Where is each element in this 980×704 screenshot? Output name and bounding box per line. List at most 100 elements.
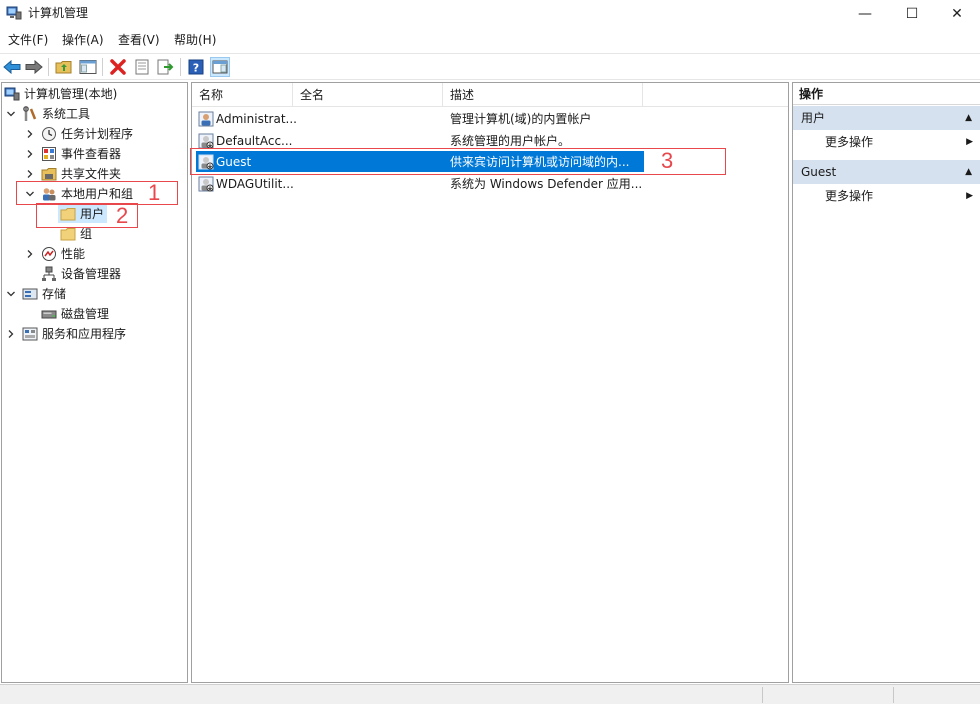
minimize-button[interactable]: — bbox=[842, 0, 888, 27]
tree-item-root[interactable]: 计算机管理(本地) bbox=[4, 84, 117, 104]
disabled-user-icon bbox=[198, 133, 214, 149]
tree-item-local-users-groups[interactable]: 本地用户和组 bbox=[25, 184, 133, 204]
user-description: 系统为 Windows Defender 应用... bbox=[450, 177, 643, 191]
chevron-right-icon[interactable] bbox=[25, 169, 35, 179]
user-description: 系统管理的用户帐户。 bbox=[450, 134, 571, 148]
menu-view[interactable]: 查看(V) bbox=[118, 33, 160, 47]
tree-selection-highlight: 用户 bbox=[58, 205, 108, 223]
status-separator bbox=[893, 687, 894, 703]
list-row-guest[interactable]: Guest 供来宾访问计算机或访问域的内... bbox=[196, 151, 644, 172]
back-icon[interactable] bbox=[2, 57, 22, 77]
toolbar-separator bbox=[48, 58, 49, 76]
event-viewer-icon bbox=[41, 146, 57, 162]
user-description: 供来宾访问计算机或访问域的内... bbox=[450, 155, 630, 169]
menu-bar: 文件(F) 操作(A) 查看(V) 帮助(H) bbox=[0, 28, 980, 52]
tree-label: 存储 bbox=[42, 287, 67, 301]
menu-action[interactable]: 操作(A) bbox=[62, 33, 104, 47]
tree-item-system-tools[interactable]: 系统工具 bbox=[6, 104, 90, 124]
column-header-fullname[interactable]: 全名 bbox=[293, 83, 443, 107]
performance-icon bbox=[41, 246, 57, 262]
window-title: 计算机管理 bbox=[28, 6, 89, 20]
submenu-arrow-icon: ▶ bbox=[966, 191, 973, 201]
toolbar-separator bbox=[102, 58, 103, 76]
tree-item-performance[interactable]: 性能 bbox=[25, 244, 85, 264]
tree-item-event-viewer[interactable]: 事件查看器 bbox=[25, 144, 121, 164]
forward-icon[interactable] bbox=[24, 57, 44, 77]
annotation-number-2: 2 bbox=[116, 203, 129, 228]
tree-item-task-scheduler[interactable]: 任务计划程序 bbox=[25, 124, 133, 144]
user-name: WDAGUtilit... bbox=[216, 177, 294, 191]
tree-item-device-manager[interactable]: 设备管理器 bbox=[41, 264, 121, 284]
delete-icon[interactable] bbox=[108, 57, 128, 77]
tree-item-shared-folders[interactable]: 共享文件夹 bbox=[25, 164, 121, 184]
chevron-right-icon[interactable] bbox=[25, 129, 35, 139]
computer-management-icon bbox=[6, 5, 22, 21]
menu-help[interactable]: 帮助(H) bbox=[174, 33, 216, 47]
tree-item-services-apps[interactable]: 服务和应用程序 bbox=[6, 324, 126, 344]
users-list-pane: 名称 全名 描述 Administrat... 管理计算机(域)的内置帐户 De… bbox=[191, 82, 789, 683]
show-action-pane-icon[interactable] bbox=[210, 57, 230, 77]
shared-folder-icon bbox=[41, 166, 57, 182]
column-header-description[interactable]: 描述 bbox=[443, 83, 643, 107]
tree-label: 用户 bbox=[80, 207, 105, 221]
tree-label: 计算机管理(本地) bbox=[24, 87, 118, 101]
list-row-defaultaccount[interactable]: DefaultAcc... 系统管理的用户帐户。 bbox=[196, 130, 644, 151]
tree-label: 事件查看器 bbox=[61, 147, 122, 161]
column-header-name[interactable]: 名称 bbox=[192, 83, 293, 107]
chevron-down-icon[interactable] bbox=[6, 109, 16, 119]
tree-label: 组 bbox=[80, 227, 93, 241]
status-bar bbox=[0, 684, 980, 704]
properties-icon[interactable] bbox=[132, 57, 152, 77]
up-folder-icon[interactable] bbox=[54, 57, 74, 77]
disabled-user-icon bbox=[198, 176, 214, 192]
show-hide-tree-icon[interactable] bbox=[78, 57, 98, 77]
tree-item-disk-management[interactable]: 磁盘管理 bbox=[41, 304, 109, 324]
chevron-down-icon[interactable] bbox=[6, 289, 16, 299]
chevron-down-icon[interactable] bbox=[25, 189, 35, 199]
export-icon[interactable] bbox=[155, 57, 175, 77]
list-header: 名称 全名 描述 bbox=[192, 83, 788, 107]
status-separator bbox=[762, 687, 763, 703]
tree-item-groups[interactable]: 组 bbox=[60, 224, 92, 244]
section-label: 用户 bbox=[801, 111, 826, 125]
actions-header: 操作 bbox=[793, 83, 980, 105]
actions-section-users[interactable]: 用户 ▲ bbox=[793, 106, 980, 130]
actions-section-guest[interactable]: Guest ▲ bbox=[793, 160, 980, 184]
collapse-up-icon[interactable]: ▲ bbox=[965, 160, 972, 184]
chevron-right-icon[interactable] bbox=[6, 329, 16, 339]
help-icon[interactable]: ? bbox=[186, 57, 206, 77]
tree-label: 磁盘管理 bbox=[61, 307, 110, 321]
user-name: Guest bbox=[216, 155, 252, 169]
clock-icon bbox=[41, 126, 57, 142]
actions-pane: 操作 用户 ▲ 更多操作 ▶ Guest ▲ 更多操作 ▶ bbox=[792, 82, 980, 683]
collapse-up-icon[interactable]: ▲ bbox=[965, 106, 972, 130]
folder-icon bbox=[60, 206, 76, 222]
action-more-guest[interactable]: 更多操作 ▶ bbox=[793, 185, 980, 207]
action-label: 更多操作 bbox=[825, 135, 874, 149]
users-group-icon bbox=[41, 186, 57, 202]
toolbar: ? bbox=[0, 53, 980, 80]
toolbar-separator bbox=[180, 58, 181, 76]
user-name: DefaultAcc... bbox=[216, 134, 293, 148]
tree-label: 共享文件夹 bbox=[61, 167, 122, 181]
folder-icon bbox=[60, 226, 76, 242]
list-row-wdagutility[interactable]: WDAGUtilit... 系统为 Windows Defender 应用... bbox=[196, 173, 644, 194]
menu-file[interactable]: 文件(F) bbox=[8, 33, 48, 47]
storage-icon bbox=[22, 286, 38, 302]
action-more-users[interactable]: 更多操作 ▶ bbox=[793, 131, 980, 153]
services-icon bbox=[22, 326, 38, 342]
chevron-right-icon[interactable] bbox=[25, 149, 35, 159]
submenu-arrow-icon: ▶ bbox=[966, 137, 973, 147]
tree-item-storage[interactable]: 存储 bbox=[6, 284, 66, 304]
tree-label: 服务和应用程序 bbox=[42, 327, 127, 341]
chevron-right-icon[interactable] bbox=[25, 249, 35, 259]
action-label: 更多操作 bbox=[825, 189, 874, 203]
device-manager-icon bbox=[41, 266, 57, 282]
list-row-administrator[interactable]: Administrat... 管理计算机(域)的内置帐户 bbox=[196, 108, 644, 129]
close-button[interactable]: ✕ bbox=[934, 0, 980, 27]
annotation-number-3: 3 bbox=[661, 148, 674, 173]
maximize-button[interactable]: ☐ bbox=[889, 0, 935, 27]
user-name: Administrat... bbox=[216, 112, 297, 126]
tree-item-users[interactable]: 用户 bbox=[58, 204, 108, 224]
navigation-tree-pane: 计算机管理(本地) 系统工具 任务计划程序 事件查看器 共享文件夹 本地用户和组… bbox=[1, 82, 188, 683]
